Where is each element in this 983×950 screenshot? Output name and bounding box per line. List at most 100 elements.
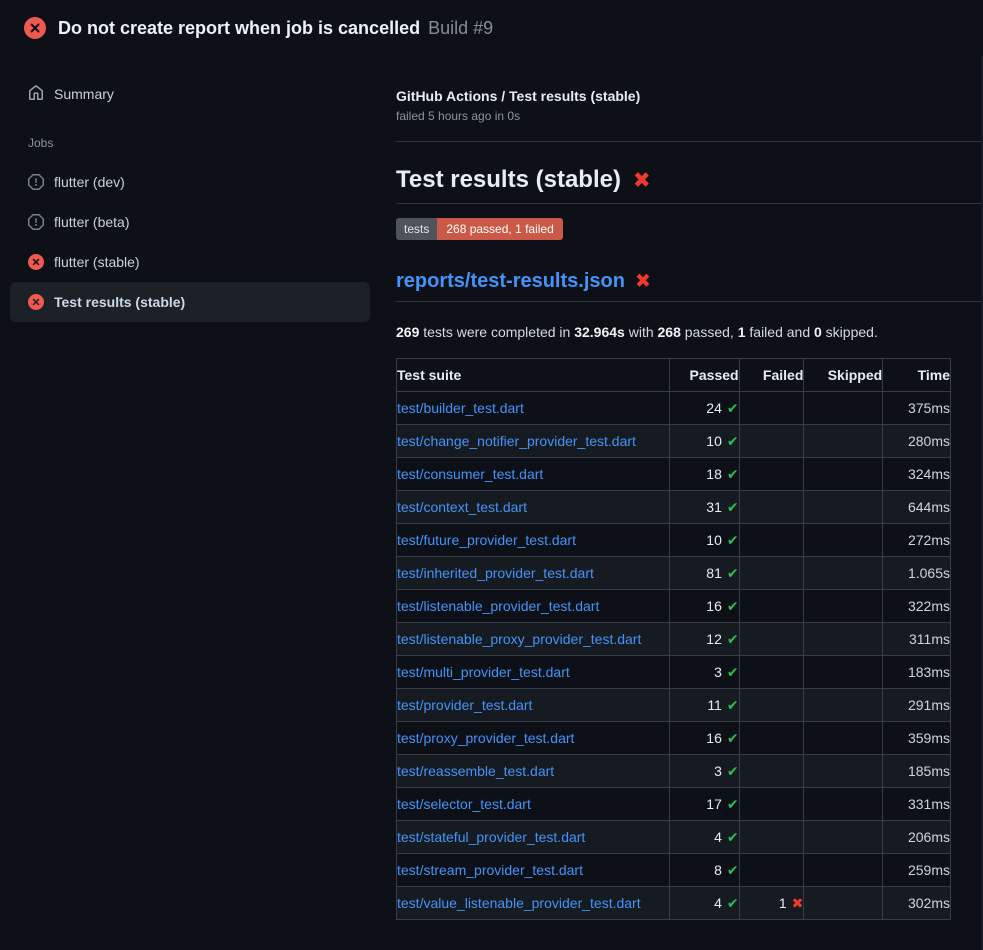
- suite-link[interactable]: test/provider_test.dart: [397, 697, 532, 713]
- table-row: test/listenable_proxy_provider_test.dart…: [397, 623, 951, 656]
- sidebar-item-test-results-stable[interactable]: Test results (stable): [10, 282, 370, 322]
- check-icon: ✔: [727, 697, 739, 713]
- suite-link[interactable]: test/listenable_proxy_provider_test.dart: [397, 631, 641, 647]
- count-value: 11: [707, 697, 722, 713]
- suite-link[interactable]: test/multi_provider_test.dart: [397, 664, 570, 680]
- jobs-section-label: Jobs: [28, 136, 380, 150]
- suite-link[interactable]: test/consumer_test.dart: [397, 466, 543, 482]
- x-circle-fill-icon: [24, 17, 46, 39]
- table-row: test/consumer_test.dart18✔324ms: [397, 458, 951, 491]
- suite-link[interactable]: test/change_notifier_provider_test.dart: [397, 433, 636, 449]
- run-build-number: Build #9: [428, 18, 493, 39]
- home-icon: [28, 85, 44, 104]
- summary-text: tests were completed in: [419, 324, 574, 340]
- suite-link[interactable]: test/future_provider_test.dart: [397, 532, 576, 548]
- report-file-link[interactable]: reports/test-results.json: [396, 268, 625, 294]
- summary-value: 268: [658, 324, 681, 340]
- tests-status-badge: tests 268 passed, 1 failed: [396, 218, 563, 240]
- table-row: test/selector_test.dart17✔331ms: [397, 788, 951, 821]
- time-value: 324ms: [883, 458, 951, 491]
- badge-value: 268 passed, 1 failed: [437, 218, 562, 240]
- count-value: 4: [714, 829, 722, 845]
- summary-value: 269: [396, 324, 419, 340]
- suite-link[interactable]: test/proxy_provider_test.dart: [397, 730, 574, 746]
- count-value: 3: [714, 664, 722, 680]
- column-header-test-suite: Test suite: [397, 359, 670, 392]
- suite-link[interactable]: test/builder_test.dart: [397, 400, 524, 416]
- suite-link[interactable]: test/value_listenable_provider_test.dart: [397, 895, 641, 911]
- run-header: Do not create report when job is cancell…: [0, 0, 983, 56]
- badge-label: tests: [396, 218, 437, 240]
- divider: [396, 301, 983, 302]
- stop-icon: [28, 214, 44, 230]
- column-header-failed: Failed: [739, 359, 804, 392]
- results-table: Test suitePassedFailedSkippedTime test/b…: [396, 358, 951, 920]
- table-row: test/change_notifier_provider_test.dart 1…: [397, 425, 951, 458]
- failed-cross-icon: ✖: [635, 271, 651, 291]
- count-value: 16: [706, 730, 722, 746]
- table-row: test/stream_provider_test.dart8✔259ms: [397, 854, 951, 887]
- check-icon: ✔: [727, 763, 739, 779]
- table-row: test/context_test.dart 31 ✔ 644ms: [397, 491, 951, 524]
- time-value: 183ms: [883, 656, 951, 689]
- count-value: 31: [706, 499, 722, 515]
- table-row: test/builder_test.dart24✔375ms: [397, 392, 951, 425]
- check-icon: ✔: [727, 433, 739, 449]
- time-value: 311ms: [883, 623, 951, 656]
- check-icon: ✔: [727, 598, 739, 614]
- divider: [396, 141, 983, 142]
- table-row: test/reassemble_test.dart3✔185ms: [397, 755, 951, 788]
- table-row: test/value_listenable_provider_test.dart…: [397, 887, 951, 920]
- check-run-breadcrumb: GitHub Actions / Test results (stable): [396, 88, 983, 104]
- table-row: test/provider_test.dart 11 ✔ 291ms: [397, 689, 951, 722]
- job-label: flutter (beta): [54, 214, 129, 230]
- summary-text: skipped.: [822, 324, 878, 340]
- summary-text: with: [625, 324, 658, 340]
- time-value: 272ms: [883, 524, 951, 557]
- count-value: 16: [706, 598, 722, 614]
- table-row: test/inherited_provider_test.dart81✔1.06…: [397, 557, 951, 590]
- column-header-time: Time: [883, 359, 951, 392]
- check-icon: ✔: [727, 499, 739, 515]
- suite-link[interactable]: test/selector_test.dart: [397, 796, 531, 812]
- table-row: test/stateful_provider_test.dart 4 ✔ 206ms: [397, 821, 951, 854]
- suite-link[interactable]: test/reassemble_test.dart: [397, 763, 554, 779]
- section-title: Test results (stable): [396, 166, 621, 194]
- count-value: 10: [706, 433, 722, 449]
- check-icon: ✔: [727, 730, 739, 746]
- table-row: test/listenable_provider_test.dart16✔322…: [397, 590, 951, 623]
- summary-text: passed,: [681, 324, 738, 340]
- time-value: 375ms: [883, 392, 951, 425]
- suite-link[interactable]: test/context_test.dart: [397, 499, 527, 515]
- time-value: 206ms: [883, 821, 951, 854]
- check-icon: ✔: [727, 829, 739, 845]
- job-list: flutter (dev) flutter (beta) flutter (st…: [0, 162, 380, 322]
- sidebar-item-flutter-beta[interactable]: flutter (beta): [10, 202, 370, 242]
- time-value: 280ms: [883, 425, 951, 458]
- sidebar-item-flutter-stable[interactable]: flutter (stable): [10, 242, 370, 282]
- count-value: 12: [706, 631, 722, 647]
- count-value: 24: [706, 400, 722, 416]
- suite-link[interactable]: test/inherited_provider_test.dart: [397, 565, 594, 581]
- check-icon: ✔: [727, 862, 739, 878]
- check-icon: ✔: [727, 895, 739, 911]
- count-value: 17: [706, 796, 722, 812]
- time-value: 302ms: [883, 887, 951, 920]
- check-icon: ✔: [727, 631, 739, 647]
- time-value: 644ms: [883, 491, 951, 524]
- sidebar-item-summary[interactable]: Summary: [10, 82, 370, 106]
- suite-link[interactable]: test/stream_provider_test.dart: [397, 862, 583, 878]
- suite-link[interactable]: test/stateful_provider_test.dart: [397, 829, 585, 845]
- results-table-body: test/builder_test.dart24✔375mstest/chang…: [397, 392, 951, 920]
- suite-link[interactable]: test/listenable_provider_test.dart: [397, 598, 599, 614]
- time-value: 291ms: [883, 689, 951, 722]
- count-value: 81: [706, 565, 722, 581]
- time-value: 1.065s: [883, 557, 951, 590]
- time-value: 331ms: [883, 788, 951, 821]
- test-summary-sentence: 269 tests were completed in 32.964s with…: [396, 322, 983, 342]
- time-value: 185ms: [883, 755, 951, 788]
- count-value: 4: [714, 895, 722, 911]
- sidebar-item-flutter-dev[interactable]: flutter (dev): [10, 162, 370, 202]
- report-heading: reports/test-results.json ✖: [396, 268, 983, 294]
- summary-value: 32.964s: [574, 324, 625, 340]
